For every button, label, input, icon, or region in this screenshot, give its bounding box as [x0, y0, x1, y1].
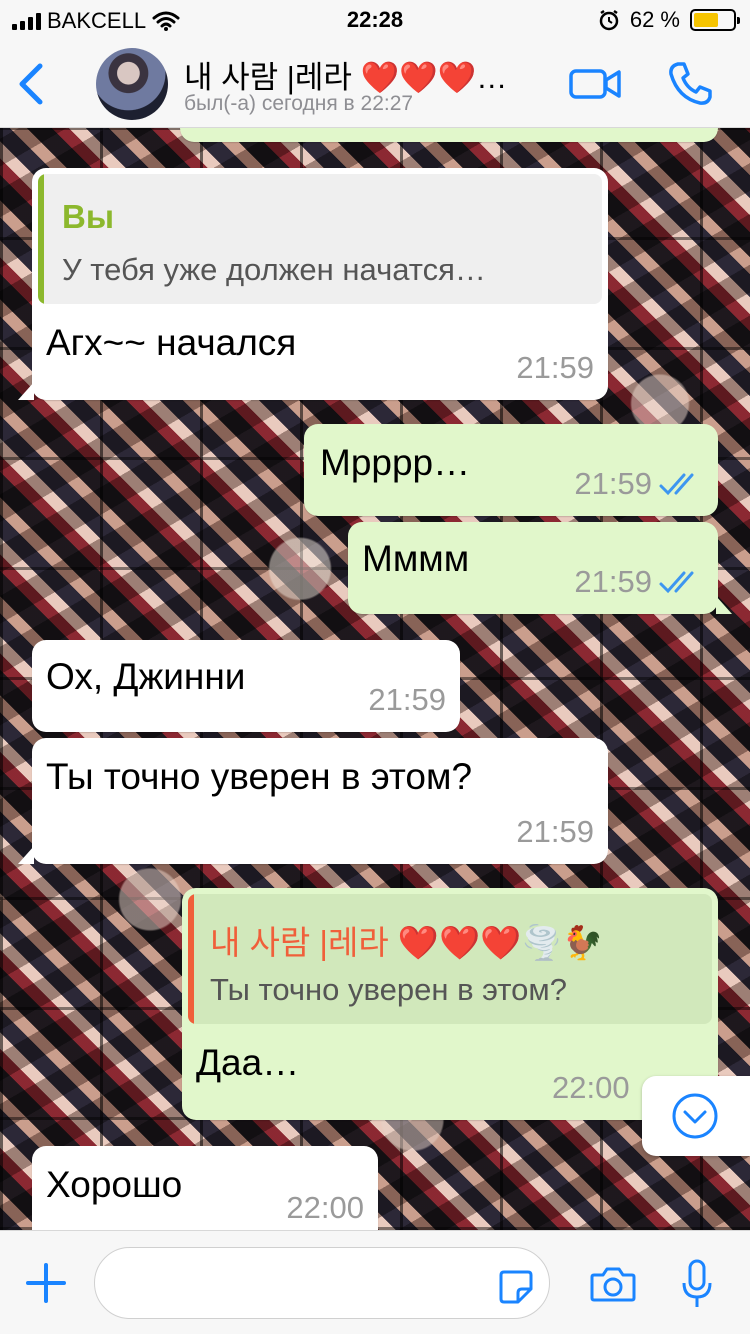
message-time: 22:00	[552, 1070, 630, 1105]
message-bubble-outgoing[interactable]: Мммм 21:59	[348, 522, 718, 614]
status-bar: BAKCELL 22:28 62 %	[0, 0, 750, 40]
status-right: 62 %	[598, 7, 740, 33]
bubble-tail	[18, 382, 34, 400]
bubble-tail	[716, 596, 732, 614]
message-bubble-outgoing[interactable]: 내 사람 |레라 ❤️❤️❤️🌪️🐓 Ты точно уверен в это…	[182, 888, 718, 1120]
message-time: 21:59	[574, 564, 652, 599]
quoted-message[interactable]: Вы У тебя уже должен начатся…	[38, 174, 602, 304]
message-bubble-partial[interactable]	[180, 128, 718, 142]
phone-icon[interactable]	[666, 60, 714, 108]
quote-bar	[38, 174, 44, 304]
quoted-message[interactable]: 내 사람 |레라 ❤️❤️❤️🌪️🐓 Ты точно уверен в это…	[188, 894, 712, 1024]
chat-area[interactable]: Вы У тебя уже должен начатся… Агх~~ нача…	[0, 128, 750, 1230]
message-text: Даа…	[196, 1042, 300, 1083]
message-bubble-incoming[interactable]: Ты точно уверен в этом? 21:59	[32, 738, 608, 864]
message-time: 22:00	[286, 1190, 364, 1225]
quote-text: Ты точно уверен в этом?	[210, 972, 567, 1007]
message-text: Хорошо	[46, 1164, 183, 1205]
contact-name[interactable]: 내 사람 |레라 ❤️❤️❤️…	[184, 52, 507, 97]
message-bubble-incoming[interactable]: Ох, Джинни 21:59	[32, 640, 460, 732]
message-bubble-outgoing[interactable]: Мрррр… 21:59	[304, 424, 718, 516]
video-camera-icon[interactable]	[568, 66, 622, 102]
message-bubble-incoming[interactable]: Вы У тебя уже должен начатся… Агх~~ нача…	[32, 168, 608, 400]
quote-text: У тебя уже должен начатся…	[62, 252, 486, 287]
quote-author: 내 사람 |레라 ❤️❤️❤️🌪️🐓	[210, 924, 604, 961]
scroll-down-button[interactable]	[642, 1076, 750, 1156]
microphone-icon[interactable]	[682, 1259, 712, 1309]
read-ticks-icon	[659, 571, 694, 594]
message-time: 21:59	[574, 466, 652, 501]
alarm-icon	[599, 9, 619, 31]
message-time: 21:59	[368, 682, 446, 717]
battery-percent: 62 %	[629, 7, 680, 32]
message-bubble-incoming[interactable]: Хорошо 22:00	[32, 1146, 378, 1230]
input-bar	[0, 1230, 750, 1334]
message-time: 21:59	[516, 350, 594, 385]
avatar[interactable]	[96, 48, 168, 120]
message-text: Ох, Джинни	[46, 656, 246, 697]
chevron-left-icon[interactable]	[14, 62, 50, 106]
battery-icon	[690, 9, 740, 31]
read-ticks-icon	[659, 473, 694, 496]
message-time: 21:59	[516, 814, 594, 849]
bubble-tail	[18, 846, 34, 864]
message-text: Ты точно уверен в этом?	[46, 756, 473, 797]
plus-icon[interactable]	[26, 1263, 66, 1303]
quote-author: Вы	[62, 198, 115, 235]
message-text: Мрррр…	[320, 442, 471, 483]
sticker-icon[interactable]	[498, 1269, 534, 1305]
message-text: Агх~~ начался	[46, 322, 297, 363]
quote-bar	[188, 894, 194, 1024]
camera-icon[interactable]	[590, 1265, 636, 1303]
contact-status: был(-а) сегодня в 22:27	[184, 92, 414, 115]
chevron-down-icon	[672, 1093, 718, 1139]
message-text: Мммм	[362, 538, 470, 579]
chat-header: 내 사람 |레라 ❤️❤️❤️… был(-а) сегодня в 22:27	[0, 40, 750, 128]
message-input[interactable]	[94, 1247, 550, 1319]
